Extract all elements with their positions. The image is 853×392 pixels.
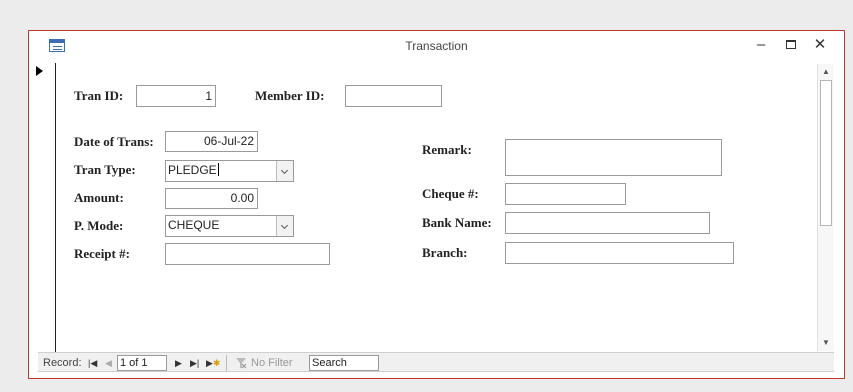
bank-name-label: Bank Name:	[422, 215, 492, 230]
bank-name-field[interactable]	[505, 212, 710, 234]
chevron-down-icon[interactable]	[276, 216, 293, 236]
vertical-scrollbar[interactable]: ▲ ▼	[817, 64, 834, 351]
new-record-icon[interactable]: ▶✱	[206, 356, 220, 370]
title-bar: Transaction – ✕	[29, 31, 844, 61]
member-id-label: Member ID:	[255, 88, 325, 103]
tran-type-value: PLEDGE	[168, 163, 217, 177]
first-record-icon[interactable]: |◀	[88, 356, 97, 370]
current-record-icon	[36, 66, 43, 76]
record-label: Record:	[43, 357, 82, 369]
no-filter-button[interactable]: No Filter	[251, 356, 293, 370]
remark-label: Remark:	[422, 142, 472, 157]
window-title: Transaction	[405, 39, 468, 53]
receipt-no-field[interactable]	[165, 243, 330, 265]
amount-field[interactable]: 0.00	[165, 188, 258, 209]
close-icon[interactable]: ✕	[810, 36, 830, 54]
branch-field[interactable]	[505, 242, 734, 264]
filter-icon	[236, 358, 247, 369]
member-id-field[interactable]	[345, 85, 442, 107]
minimize-icon[interactable]: –	[751, 36, 771, 54]
search-input[interactable]: Search	[309, 355, 379, 371]
branch-label: Branch:	[422, 245, 468, 260]
transaction-window: Transaction – ✕ Tran ID: 1 Member ID: Da…	[28, 30, 845, 379]
amount-label: Amount:	[74, 190, 124, 205]
p-mode-value: CHEQUE	[168, 218, 220, 232]
previous-record-icon[interactable]: ◀	[105, 356, 112, 370]
scroll-thumb[interactable]	[820, 80, 832, 226]
record-navigation-bar: Record: |◀ ◀ 1 of 1 ▶ ▶| ▶✱ No Filter Se…	[38, 352, 834, 372]
tran-id-field[interactable]: 1	[136, 85, 216, 107]
record-selector[interactable]	[38, 63, 56, 352]
cheque-no-field[interactable]	[505, 183, 626, 205]
record-position-input[interactable]: 1 of 1	[117, 355, 167, 371]
last-record-icon[interactable]: ▶|	[190, 356, 199, 370]
separator	[226, 355, 227, 371]
cheque-no-label: Cheque #:	[422, 186, 479, 201]
receipt-no-label: Receipt #:	[74, 246, 130, 261]
tran-type-select[interactable]: PLEDGE	[165, 160, 294, 182]
maximize-icon[interactable]	[781, 36, 801, 54]
tran-type-label: Tran Type:	[74, 162, 136, 177]
date-of-trans-label: Date of Trans:	[74, 134, 154, 149]
p-mode-select[interactable]: CHEQUE	[165, 215, 294, 237]
scroll-down-icon[interactable]: ▼	[818, 335, 834, 351]
date-of-trans-field[interactable]: 06-Jul-22	[165, 131, 258, 152]
p-mode-label: P. Mode:	[74, 218, 124, 233]
chevron-down-icon[interactable]	[276, 161, 293, 181]
scroll-up-icon[interactable]: ▲	[818, 64, 834, 80]
remark-field[interactable]	[505, 139, 722, 176]
tran-id-label: Tran ID:	[74, 88, 124, 103]
next-record-icon[interactable]: ▶	[175, 356, 182, 370]
